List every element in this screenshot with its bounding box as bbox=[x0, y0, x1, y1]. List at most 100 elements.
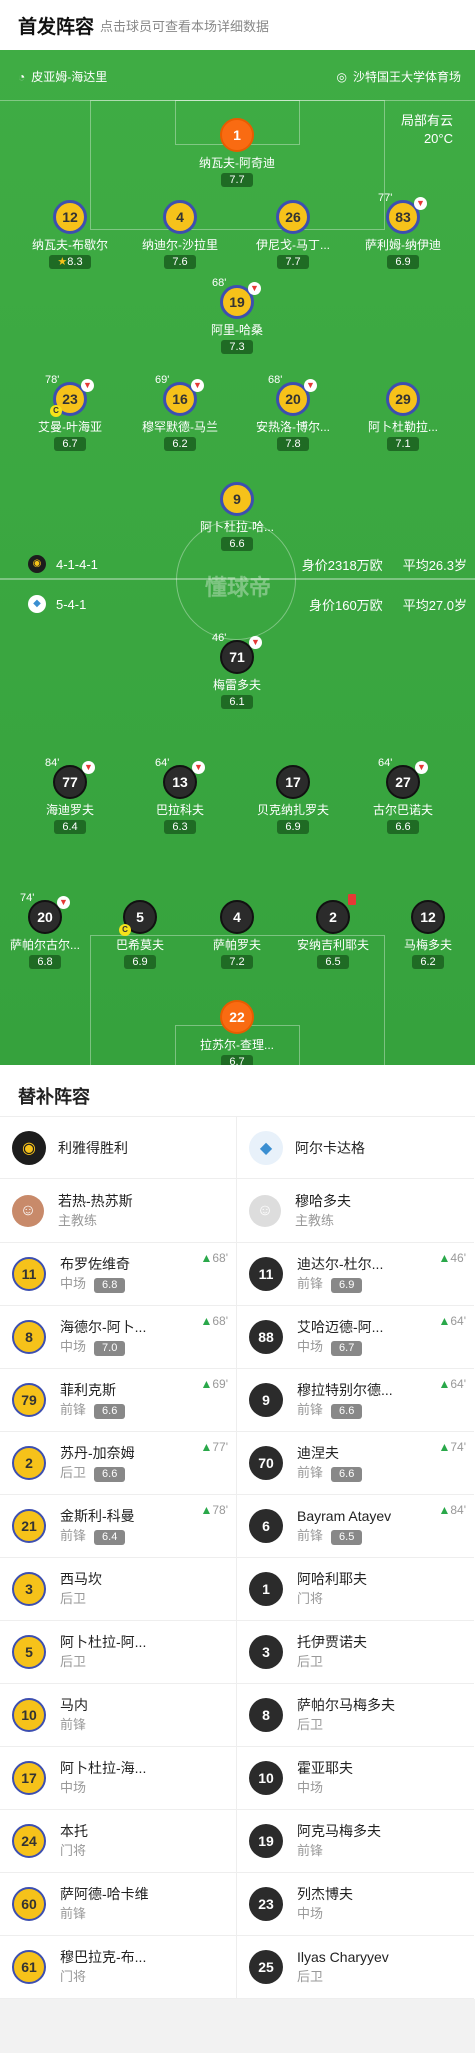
sub-player-row[interactable]: 8 萨帕尔马梅多夫 后卫 bbox=[237, 1684, 474, 1747]
home-team-age: 平均26.3岁 bbox=[402, 558, 467, 573]
shirt-number: 9 bbox=[249, 1383, 283, 1417]
away-team-age: 平均27.0岁 bbox=[402, 598, 467, 613]
away-player[interactable]: 12 马梅多夫 6.2 bbox=[373, 900, 475, 970]
shirt-number: 23 ▼ C bbox=[50, 379, 94, 417]
sub-player-position: 中场 bbox=[60, 1276, 87, 1291]
sub-player-row[interactable]: 19 阿克马梅多夫 前锋 bbox=[237, 1810, 474, 1873]
shirt-number: 11 bbox=[249, 1257, 283, 1291]
player-name: 穆罕默德-马兰 bbox=[142, 420, 218, 434]
sub-player-row[interactable]: 60 萨阿德-哈卡维 前锋 bbox=[0, 1873, 236, 1936]
home-player[interactable]: 29 阿卜杜勒拉... 7.1 bbox=[348, 382, 458, 452]
subs-home-team[interactable]: ◉ 利雅得胜利 bbox=[0, 1117, 236, 1179]
sub-player-row[interactable]: 70 迪涅夫 前锋 6.6 ▲74' bbox=[237, 1432, 474, 1495]
player-name: 阿卜杜勒拉... bbox=[367, 420, 438, 434]
shirt-number: 19 ▼ bbox=[220, 282, 261, 319]
away-player[interactable]: 2 安纳吉利耶夫 6.5 bbox=[278, 894, 388, 970]
captain-icon: C bbox=[50, 405, 62, 417]
sub-player-row[interactable]: 1 阿哈利耶夫 门将 bbox=[237, 1558, 474, 1621]
away-player[interactable]: 17 贝克纳扎罗夫 6.9 bbox=[238, 765, 348, 835]
home-player[interactable]: 23 ▼ C 78' 艾曼-叶海亚 6.7 bbox=[15, 374, 125, 452]
player-name: 海迪罗夫 bbox=[45, 803, 94, 817]
player-rating: 6.9 bbox=[277, 820, 309, 834]
sub-player-row[interactable]: 79 菲利克斯 前锋 6.6 ▲69' bbox=[0, 1369, 236, 1432]
sub-player-row[interactable]: 9 穆拉特别尔德... 前锋 6.6 ▲64' bbox=[237, 1369, 474, 1432]
sub-player-row[interactable]: 17 阿卜杜拉-海... 中场 bbox=[0, 1747, 236, 1810]
shirt-number: 4 bbox=[220, 900, 254, 934]
sub-player-row[interactable]: 23 列杰博夫 中场 bbox=[237, 1873, 474, 1936]
home-player[interactable]: 1 纳瓦夫-阿奇迪 7.7 bbox=[182, 118, 292, 188]
sub-player-position: 后卫 bbox=[297, 1717, 324, 1732]
home-player[interactable]: 16 ▼ 69' 穆罕默德-马兰 6.2 bbox=[125, 374, 235, 452]
sub-in-icon: ▲ bbox=[200, 1503, 213, 1517]
star-icon: ★ bbox=[57, 256, 68, 268]
away-player[interactable]: 5 C 巴希莫夫 6.9 bbox=[85, 900, 195, 970]
sub-player-row[interactable]: 3 西马坎 后卫 bbox=[0, 1558, 236, 1621]
home-coach[interactable]: ☺ 若热-热苏斯 主教练 bbox=[0, 1179, 236, 1243]
sub-in-time: ▲77' bbox=[200, 1440, 228, 1454]
player-name: 伊尼戈-马丁... bbox=[256, 238, 330, 252]
home-player[interactable]: 83 ▼ 77' 萨利姆-纳伊迪 6.9 bbox=[348, 192, 458, 270]
whistle-icon: ◔ bbox=[18, 69, 26, 84]
subs-home-column: ◉ 利雅得胜利 ☺ 若热-热苏斯 主教练 11 布罗佐维奇 中场 6.8 ▲68' 8 海德尔… bbox=[0, 1117, 237, 1999]
shirt-number: 17 bbox=[276, 765, 310, 799]
away-player[interactable]: 71 ▼ 46' 梅雷多夫 6.1 bbox=[182, 632, 292, 710]
away-coach[interactable]: ☺ 穆哈多夫 主教练 bbox=[237, 1179, 474, 1243]
shirt-number: 27 ▼ bbox=[386, 761, 428, 799]
sub-out-icon: ▼ bbox=[249, 636, 262, 649]
home-player[interactable]: 4 纳迪尔-沙拉里 7.6 bbox=[125, 200, 235, 270]
sub-player-name: 霍亚耶夫 bbox=[297, 1760, 353, 1776]
home-player[interactable]: 26 伊尼戈-马丁... 7.7 bbox=[238, 200, 348, 270]
shirt-number: 25 bbox=[249, 1950, 283, 1984]
sub-player-row[interactable]: 25 Ilyas Charyyev 后卫 bbox=[237, 1936, 474, 1999]
sub-player-row[interactable]: 2 苏丹-加奈姆 后卫 6.6 ▲77' bbox=[0, 1432, 236, 1495]
sub-player-row[interactable]: 88 艾哈迈德-阿... 中场 6.7 ▲64' bbox=[237, 1306, 474, 1369]
player-name: 拉苏尔-查理... bbox=[200, 1038, 274, 1052]
player-rating: 7.2 bbox=[221, 955, 253, 969]
sub-time: 68' bbox=[268, 374, 283, 386]
away-player[interactable]: 27 ▼ 64' 古尔巴诺夫 6.6 bbox=[348, 757, 458, 835]
home-player[interactable]: 19 ▼ 68' 阿里-哈桑 7.3 bbox=[182, 277, 292, 355]
sub-in-time: ▲64' bbox=[438, 1377, 466, 1391]
sub-time: 84' bbox=[45, 757, 60, 769]
away-player[interactable]: 4 萨帕罗夫 7.2 bbox=[182, 900, 292, 970]
home-player[interactable]: 12 纳瓦夫-布歇尔 ★8.3 bbox=[15, 200, 125, 270]
sub-player-row[interactable]: 3 托伊贾诺夫 后卫 bbox=[237, 1621, 474, 1684]
away-team-stats: 身价160万欧 平均27.0岁 bbox=[289, 595, 467, 614]
subs-section: ◉ 利雅得胜利 ☺ 若热-热苏斯 主教练 11 布罗佐维奇 中场 6.8 ▲68' 8 海德尔… bbox=[0, 1117, 475, 1999]
sub-out-icon: ▼ bbox=[415, 761, 428, 774]
sub-player-row[interactable]: 24 本托 门将 bbox=[0, 1810, 236, 1873]
sub-player-rating: 6.6 bbox=[331, 1467, 363, 1482]
home-player[interactable]: 20 ▼ 68' 安热洛-博尔... 7.8 bbox=[238, 374, 348, 452]
shirt-number: 3 bbox=[12, 1572, 46, 1606]
sub-player-position: 前锋 bbox=[297, 1843, 324, 1858]
home-player[interactable]: 9 阿卜杜拉-哈... 6.6 bbox=[182, 482, 292, 552]
player-rating: 7.3 bbox=[221, 340, 253, 354]
away-player[interactable]: 13 ▼ 64' 巴拉科夫 6.3 bbox=[125, 757, 235, 835]
sub-player-row[interactable]: 10 霍亚耶夫 中场 bbox=[237, 1747, 474, 1810]
sub-player-position: 中场 bbox=[297, 1780, 324, 1795]
sub-player-row[interactable]: 61 穆巴拉克-布... 门将 bbox=[0, 1936, 236, 1999]
sub-player-name: Ilyas Charyyev bbox=[297, 1949, 389, 1965]
home-formation-info: ◉ 4-1-4-1 bbox=[28, 555, 98, 573]
page-subtitle: 点击球员可查看本场详细数据 bbox=[100, 18, 270, 34]
sub-player-name: 穆巴拉克-布... bbox=[60, 1949, 147, 1965]
away-player[interactable]: 77 ▼ 84' 海迪罗夫 6.4 bbox=[15, 757, 125, 835]
sub-player-row[interactable]: 11 布罗佐维奇 中场 6.8 ▲68' bbox=[0, 1243, 236, 1306]
shirt-number: 20 ▼ bbox=[276, 379, 317, 416]
sub-player-row[interactable]: 5 阿卜杜拉-阿... 后卫 bbox=[0, 1621, 236, 1684]
sub-player-row[interactable]: 11 迪达尔-杜尔... 前锋 6.9 ▲46' bbox=[237, 1243, 474, 1306]
player-name: 安热洛-博尔... bbox=[256, 420, 330, 434]
sub-time: 74' bbox=[20, 892, 35, 904]
home-formation: 4-1-4-1 bbox=[56, 556, 98, 572]
sub-player-row[interactable]: 10 马内 前锋 bbox=[0, 1684, 236, 1747]
sub-player-row[interactable]: 6 Bayram Atayev 前锋 6.5 ▲84' bbox=[237, 1495, 474, 1558]
subs-away-team[interactable]: ◆ 阿尔卡达格 bbox=[237, 1117, 474, 1179]
shirt-number: 10 bbox=[12, 1698, 46, 1732]
away-player[interactable]: 22 拉苏尔-查理... 6.7 bbox=[182, 1000, 292, 1065]
sub-player-row[interactable]: 21 金斯利-科曼 前锋 6.4 ▲78' bbox=[0, 1495, 236, 1558]
sub-player-row[interactable]: 8 海德尔-阿卜... 中场 7.0 ▲68' bbox=[0, 1306, 236, 1369]
sub-in-time: ▲68' bbox=[200, 1314, 228, 1328]
sub-player-name: 迪达尔-杜尔... bbox=[297, 1256, 384, 1272]
player-rating: 6.8 bbox=[29, 955, 61, 969]
coach-avatar: ☺ bbox=[249, 1194, 281, 1227]
